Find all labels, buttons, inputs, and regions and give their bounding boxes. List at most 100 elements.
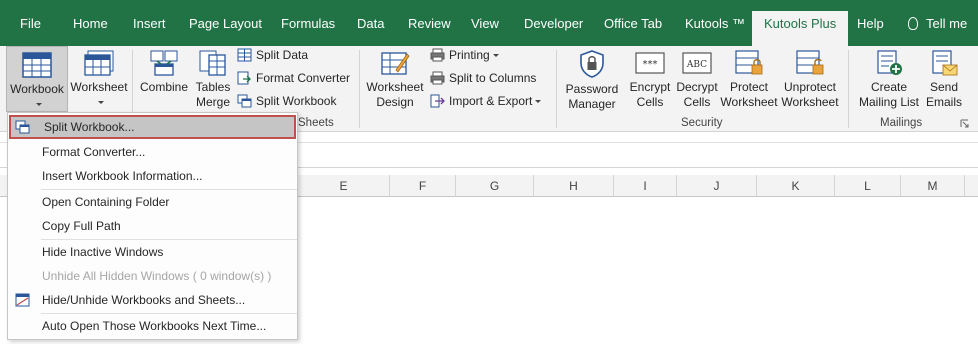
tab-page-layout[interactable]: Page Layout [189, 0, 262, 46]
unprotect-worksheet-label-1: Unprotect [783, 80, 837, 94]
menu-item-copy-full-path[interactable]: Copy Full Path [9, 214, 296, 238]
menu-item-split-workbook[interactable]: Split Workbook... [9, 115, 296, 139]
group-separator [848, 50, 849, 128]
lightbulb-icon [908, 17, 918, 30]
column-header-e[interactable]: E [298, 175, 390, 197]
password-manager-label-2: Manager [568, 97, 616, 111]
column-header-g[interactable]: G [456, 175, 534, 197]
printing-button[interactable]: Printing [430, 47, 499, 63]
tab-home[interactable]: Home [73, 0, 108, 46]
group-separator [359, 50, 360, 128]
chevron-down-icon [97, 101, 104, 105]
group-label-sheets: Sheets [298, 117, 334, 129]
create-mailing-list-button[interactable]: Create Mailing List [854, 50, 924, 110]
split-to-columns-label: Split to Columns [449, 71, 537, 85]
tell-me-search[interactable]: Tell me [908, 0, 967, 46]
encrypt-cells-button[interactable]: *** Encrypt Cells [626, 50, 674, 110]
worksheet-label: Worksheet [70, 80, 128, 94]
tab-formulas[interactable]: Formulas [281, 0, 335, 46]
menu-item-auto-open-workbooks[interactable]: Auto Open Those Workbooks Next Time... [9, 314, 296, 338]
workbook-button[interactable]: Workbook [6, 46, 68, 112]
workbook-dropdown-menu: Split Workbook... Format Converter... In… [7, 112, 298, 340]
svg-text:***: *** [643, 59, 658, 70]
password-manager-label-1: Password [565, 82, 619, 96]
menu-item-format-converter[interactable]: Format Converter... [9, 140, 296, 164]
split-workbook-ribbon-label: Split Workbook [256, 94, 337, 108]
protect-worksheet-icon [735, 50, 763, 75]
protect-worksheet-button[interactable]: Protect Worksheet [720, 50, 778, 110]
unprotect-worksheet-button[interactable]: Unprotect Worksheet [781, 50, 839, 110]
dialog-launcher-icon[interactable] [960, 119, 969, 128]
tab-help[interactable]: Help [857, 0, 884, 46]
worksheet-design-icon [381, 52, 410, 75]
import-export-label: Import & Export [449, 94, 533, 108]
worksheet-button[interactable]: Worksheet [69, 50, 129, 116]
encrypt-cells-label-2: Cells [636, 95, 664, 109]
tab-kutools[interactable]: Kutools ™ [685, 0, 745, 46]
import-export-button[interactable]: Import & Export [430, 93, 542, 109]
tables-merge-button[interactable]: Tables Merge [193, 50, 233, 110]
menu-item-label: Split Workbook... [44, 120, 135, 134]
printer-icon [430, 48, 445, 62]
tell-me-label: Tell me [926, 16, 968, 31]
tab-file[interactable]: File [20, 0, 41, 46]
split-to-columns-icon [430, 71, 445, 85]
menu-item-open-containing-folder[interactable]: Open Containing Folder [9, 190, 296, 214]
menu-item-label: Hide Inactive Windows [42, 245, 164, 259]
send-emails-icon [932, 50, 958, 76]
tab-developer[interactable]: Developer [524, 0, 583, 46]
menu-item-hide-inactive-windows[interactable]: Hide Inactive Windows [9, 240, 296, 264]
tab-kutools-plus[interactable]: Kutools Plus [752, 11, 849, 46]
group-label-security: Security [681, 117, 723, 129]
menu-item-label: Unhide All Hidden Windows ( 0 window(s) … [42, 269, 272, 283]
split-to-columns-button[interactable]: Split to Columns [430, 70, 536, 86]
tab-review[interactable]: Review [408, 0, 451, 46]
password-manager-button[interactable]: Password Manager [562, 50, 622, 112]
column-header-i[interactable]: I [614, 175, 677, 197]
chevron-down-icon [35, 103, 42, 107]
split-data-button[interactable]: Split Data [237, 47, 308, 63]
encrypt-cells-label-1: Encrypt [629, 80, 671, 94]
menu-item-label: Insert Workbook Information... [42, 169, 203, 183]
column-header-l[interactable]: L [835, 175, 901, 197]
split-data-label: Split Data [256, 48, 309, 62]
create-mailing-label-2: Mailing List [858, 95, 920, 109]
group-separator [556, 50, 557, 128]
tab-data[interactable]: Data [357, 0, 384, 46]
combine-label: Combine [139, 80, 189, 94]
menu-item-insert-workbook-information[interactable]: Insert Workbook Information... [9, 164, 296, 188]
tab-office-tab[interactable]: Office Tab [604, 0, 662, 46]
encrypt-cells-icon: *** [635, 52, 665, 74]
worksheet-design-button[interactable]: Worksheet Design [364, 50, 426, 110]
create-mailing-list-icon [877, 50, 902, 75]
decrypt-cells-button[interactable]: ABC Decrypt Cells [675, 50, 719, 110]
tab-insert[interactable]: Insert [133, 0, 166, 46]
split-workbook-icon [237, 94, 252, 108]
menu-item-hide-unhide-workbooks[interactable]: Hide/Unhide Workbooks and Sheets... [9, 288, 296, 312]
workbook-label: Workbook [10, 82, 64, 96]
worksheet-design-label-1: Worksheet [366, 80, 424, 94]
decrypt-cells-icon: ABC [682, 52, 712, 74]
merge-label: Merge [195, 95, 230, 109]
column-header-h[interactable]: H [534, 175, 614, 197]
column-header-k[interactable]: K [757, 175, 835, 197]
menu-item-label: Open Containing Folder [42, 195, 170, 209]
decrypt-cells-label-2: Cells [683, 95, 711, 109]
import-export-icon [430, 94, 445, 108]
unprotect-worksheet-label-2: Worksheet [781, 95, 839, 109]
combine-button[interactable]: Combine [138, 50, 190, 95]
tab-view[interactable]: View [471, 0, 499, 46]
split-workbook-ribbon-button[interactable]: Split Workbook [237, 93, 336, 109]
ribbon-tab-bar: File Home Insert Page Layout Formulas Da… [0, 0, 978, 46]
column-header-f[interactable]: F [390, 175, 456, 197]
workbook-icon [22, 52, 52, 78]
unprotect-worksheet-icon [796, 50, 824, 75]
svg-text:ABC: ABC [686, 60, 707, 70]
send-emails-label-2: Emails [925, 95, 962, 109]
column-header-j[interactable]: J [677, 175, 757, 197]
group-label-mailings: Mailings [880, 117, 923, 129]
tables-merge-icon [199, 50, 226, 76]
send-emails-button[interactable]: Send Emails [924, 50, 964, 110]
column-header-m[interactable]: M [901, 175, 965, 197]
format-converter-button[interactable]: Format Converter [237, 70, 350, 86]
